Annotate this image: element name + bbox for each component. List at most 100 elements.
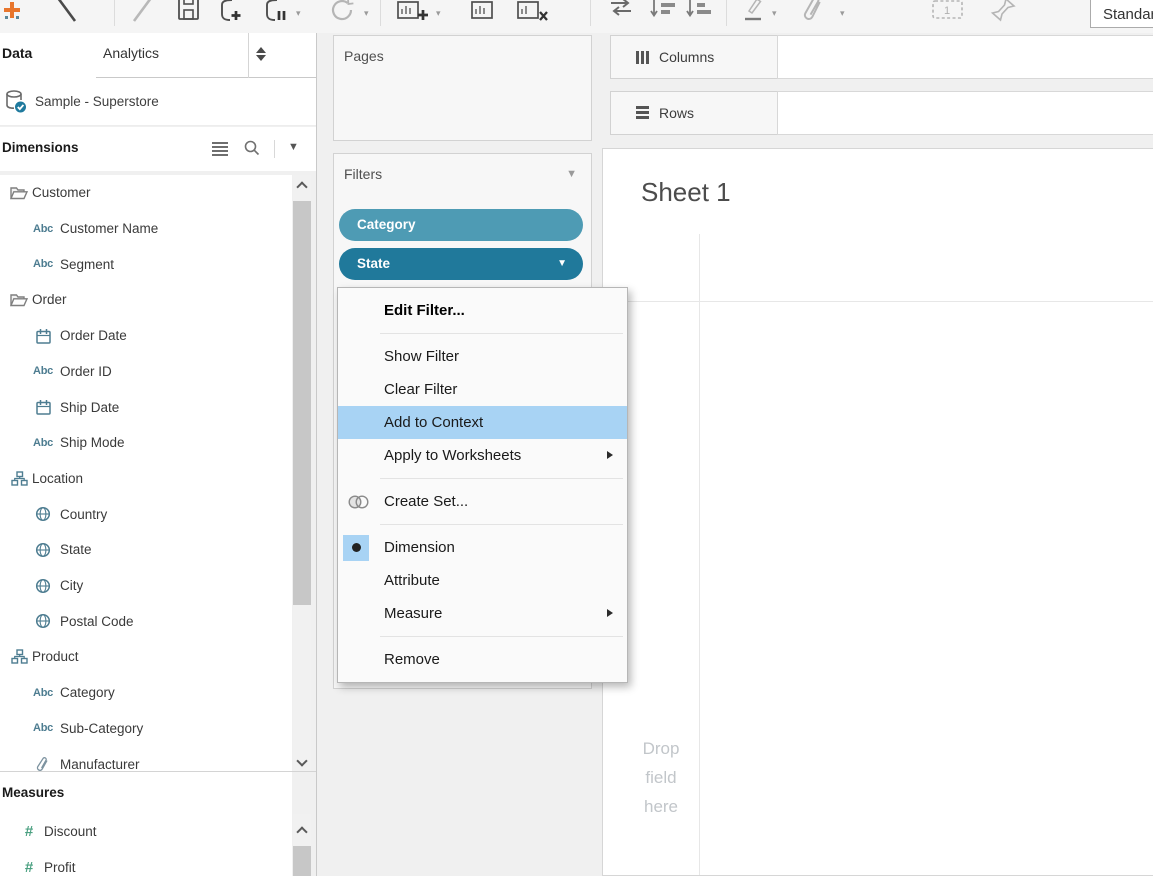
dropdown-caret-icon[interactable]: ▾ — [296, 8, 301, 19]
menu-separator — [380, 333, 623, 334]
pause-auto-updates-button[interactable] — [260, 0, 288, 30]
field-order-date[interactable]: Order Date — [0, 318, 292, 354]
field-location[interactable]: Location — [0, 461, 292, 497]
dropdown-caret-icon[interactable]: ▾ — [436, 8, 441, 19]
field-profit[interactable]: # Profit — [0, 850, 292, 876]
chevron-down-icon[interactable]: ▼ — [557, 248, 567, 280]
sort-ascending-button[interactable] — [648, 0, 678, 30]
drop-field-hint: Drop field here — [631, 734, 691, 821]
scroll-down-icon[interactable] — [296, 755, 307, 766]
show-mark-labels-button[interactable]: 1 — [930, 0, 966, 30]
field-city[interactable]: City — [0, 568, 292, 604]
menu-item-add-to-context[interactable]: Add to Context — [338, 406, 627, 439]
menu-item-measure[interactable]: Measure — [338, 597, 627, 630]
dropdown-caret-icon[interactable]: ▾ — [364, 8, 369, 19]
menu-item-dimension[interactable]: Dimension — [338, 531, 627, 564]
chevron-down-icon[interactable]: ▼ — [566, 168, 577, 180]
fix-axes-button[interactable] — [988, 0, 1018, 30]
tableau-logo-icon — [2, 0, 22, 31]
menu-item-attribute[interactable]: Attribute — [338, 564, 627, 597]
columns-shelf-label: Columns — [610, 35, 778, 79]
abc-icon: Abc — [26, 258, 60, 270]
menu-separator — [380, 636, 623, 637]
field-postal-code[interactable]: Postal Code — [0, 603, 292, 639]
new-worksheet-button[interactable] — [396, 0, 430, 30]
field-order-id[interactable]: Abc Order ID — [0, 354, 292, 390]
group-members-button[interactable] — [802, 0, 826, 30]
field-discount[interactable]: # Discount — [0, 814, 292, 850]
dropdown-caret-icon[interactable]: ▾ — [840, 8, 845, 19]
add-datasource-button[interactable] — [214, 0, 244, 30]
menu-item-remove[interactable]: Remove — [338, 643, 627, 676]
field-category[interactable]: Abc Category — [0, 675, 292, 711]
scroll-up-icon[interactable] — [296, 181, 307, 192]
field-ship-date[interactable]: Ship Date — [0, 389, 292, 425]
field-order[interactable]: Order — [0, 282, 292, 318]
fit-dropdown[interactable]: Standard — [1090, 0, 1153, 28]
pages-label: Pages — [344, 48, 384, 64]
rows-shelf-label: Rows — [610, 91, 778, 135]
dropdown-caret-icon[interactable]: ▾ — [772, 8, 777, 19]
field-sub-category[interactable]: Abc Sub-Category — [0, 711, 292, 747]
rows-shelf[interactable] — [777, 91, 1153, 135]
field-segment[interactable]: Abc Segment — [0, 246, 292, 282]
field-ship-mode[interactable]: Abc Ship Mode — [0, 425, 292, 461]
tab-analytics[interactable]: Analytics — [103, 45, 159, 61]
toolbar-separator — [590, 0, 591, 26]
number-icon: # — [14, 859, 44, 876]
abc-icon: Abc — [26, 437, 60, 449]
sort-descending-button[interactable] — [684, 0, 714, 30]
menu-item-apply-to-worksheets[interactable]: Apply to Worksheets — [338, 439, 627, 472]
view-as-list-icon[interactable] — [212, 142, 228, 158]
scroll-up-icon[interactable] — [296, 826, 307, 837]
sidebar-divider — [316, 33, 317, 876]
scrollbar-thumb[interactable] — [293, 846, 311, 876]
filter-pill-category[interactable]: Category — [339, 209, 583, 241]
clear-sheet-button[interactable] — [516, 0, 550, 30]
undo-button[interactable] — [52, 0, 80, 30]
worksheet-canvas[interactable]: Sheet 1 Drop field here — [602, 148, 1153, 876]
hierarchy-icon — [6, 471, 32, 486]
tab-separator — [248, 33, 249, 78]
abc-icon: Abc — [26, 687, 60, 699]
field-customer-name[interactable]: Abc Customer Name — [0, 211, 292, 247]
folder-icon — [6, 293, 32, 307]
field-country[interactable]: Country — [0, 496, 292, 532]
field-product[interactable]: Product — [0, 639, 292, 675]
sheet-title: Sheet 1 — [641, 177, 731, 208]
globe-icon — [26, 506, 60, 522]
dimensions-scrollbar[interactable] — [293, 175, 311, 771]
menu-item-edit-filter[interactable]: Edit Filter... — [338, 294, 627, 327]
rows-icon — [636, 106, 649, 121]
svg-text:1: 1 — [944, 5, 950, 17]
filter-pill-state[interactable]: State ▼ — [339, 248, 583, 280]
datasource-item[interactable]: Sample - Superstore — [0, 78, 316, 126]
dimensions-list: Customer Abc Customer Name Abc Segment O… — [0, 175, 292, 771]
field-customer[interactable]: Customer — [0, 175, 292, 211]
menu-separator — [380, 524, 623, 525]
menu-item-show-filter[interactable]: Show Filter — [338, 340, 627, 373]
swap-rows-columns-button[interactable] — [606, 0, 636, 30]
globe-icon — [26, 578, 60, 594]
scrollbar-thumb[interactable] — [293, 201, 311, 605]
highlight-button[interactable] — [740, 0, 766, 30]
updown-sort-icon[interactable] — [256, 47, 268, 61]
refresh-data-button[interactable] — [328, 0, 358, 30]
pane-divider-vertical — [699, 234, 700, 875]
save-button[interactable] — [176, 0, 202, 30]
chevron-down-icon[interactable]: ▼ — [288, 141, 299, 153]
menu-item-create-set[interactable]: Create Set... — [338, 485, 627, 518]
set-icon — [347, 492, 371, 516]
menu-item-clear-filter[interactable]: Clear Filter — [338, 373, 627, 406]
submenu-arrow-icon — [607, 609, 613, 617]
toolbar-separator — [380, 0, 381, 26]
columns-shelf[interactable] — [777, 35, 1153, 79]
field-manufacturer[interactable]: Manufacturer — [0, 746, 292, 771]
tab-data[interactable]: Data — [2, 45, 32, 61]
pages-card[interactable]: Pages — [333, 35, 592, 141]
field-state[interactable]: State — [0, 532, 292, 568]
measures-scrollbar[interactable] — [293, 814, 311, 876]
redo-button[interactable] — [128, 0, 156, 30]
search-icon[interactable] — [243, 139, 261, 162]
duplicate-sheet-button[interactable] — [470, 0, 498, 30]
